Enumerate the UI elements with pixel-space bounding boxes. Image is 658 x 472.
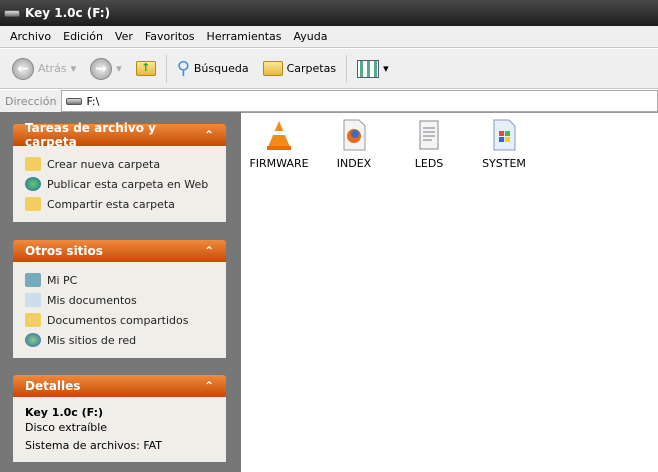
drive-icon (66, 97, 83, 105)
globe-icon (25, 177, 41, 191)
chevron-down-icon: ▾ (383, 62, 389, 75)
shared-documents-link[interactable]: Documentos compartidos (25, 310, 214, 330)
collapse-icon[interactable]: ⌃ (204, 128, 214, 142)
address-bar: Dirección F:\ (0, 90, 658, 112)
create-folder-link[interactable]: Crear nueva carpeta (25, 154, 214, 174)
views-icon (357, 59, 380, 78)
folders-icon (262, 61, 283, 76)
menu-ver[interactable]: Ver (109, 30, 139, 43)
places-panel: Otros sitios ⌃ Mi PC Mis documentos Docum… (13, 240, 226, 358)
my-documents-link[interactable]: Mis documentos (25, 290, 214, 310)
back-arrow-icon: ← (12, 57, 34, 80)
computer-icon (25, 273, 41, 287)
drive-icon (4, 9, 20, 17)
forward-arrow-icon: → (90, 57, 113, 80)
search-icon: ⚲ (176, 58, 190, 79)
folder-icon (25, 313, 41, 327)
separator (165, 54, 167, 83)
search-button[interactable]: ⚲ Búsqueda (173, 58, 253, 79)
network-icon (25, 333, 41, 347)
views-button[interactable]: ▾ (353, 59, 393, 78)
details-type: Disco extraíble (25, 421, 108, 434)
chevron-down-icon: ▾ (116, 62, 122, 75)
collapse-icon[interactable]: ⌃ (204, 379, 214, 393)
publish-web-link[interactable]: Publicar esta carpeta en Web (25, 174, 214, 194)
task-pane: Tareas de archivo y carpeta ⌃ Crear nueva… (0, 112, 241, 472)
back-button[interactable]: ← Atrás ▾ (8, 57, 80, 80)
title-bar: Key 1.0c (F:) (0, 0, 658, 26)
my-pc-link[interactable]: Mi PC (25, 270, 214, 290)
firefox-document-icon (343, 119, 366, 151)
details-name: Key 1.0c (F:) (25, 406, 103, 419)
toolbar: ← Atrás ▾ → ▾ ↑ ⚲ Búsqueda Carpetas ▾ (0, 49, 658, 89)
file-system[interactable]: SYSTEM (469, 119, 539, 170)
collapse-icon[interactable]: ⌃ (204, 244, 214, 258)
documents-icon (25, 293, 41, 307)
forward-button[interactable]: → ▾ (86, 57, 126, 80)
menu-edicion[interactable]: Edición (57, 30, 109, 43)
tasks-panel: Tareas de archivo y carpeta ⌃ Crear nueva… (13, 121, 226, 222)
up-folder-icon: ↑ (135, 61, 156, 76)
details-filesystem: Sistema de archivos: FAT (25, 439, 163, 452)
vlc-cone-icon (267, 121, 291, 150)
separator (346, 54, 348, 83)
share-folder-link[interactable]: Compartir esta carpeta (25, 194, 214, 214)
window-title: Key 1.0c (F:) (25, 6, 111, 20)
up-folder-button[interactable]: ↑ (132, 61, 160, 76)
menu-favoritos[interactable]: Favoritos (139, 30, 201, 43)
chevron-down-icon: ▾ (70, 62, 77, 75)
windows-document-icon (493, 119, 516, 151)
new-folder-icon (25, 157, 41, 171)
file-list: FIRMWARE INDEX LEDS SYSTEM (241, 112, 658, 472)
tasks-panel-header[interactable]: Tareas de archivo y carpeta ⌃ (13, 121, 226, 149)
menu-ayuda[interactable]: Ayuda (287, 30, 333, 43)
folders-button[interactable]: Carpetas (259, 61, 340, 76)
file-index[interactable]: INDEX (319, 119, 389, 170)
places-panel-header[interactable]: Otros sitios ⌃ (13, 240, 226, 262)
menu-bar: Archivo Edición Ver Favoritos Herramient… (0, 26, 658, 48)
shared-folder-icon (25, 197, 41, 211)
details-panel-header[interactable]: Detalles ⌃ (13, 375, 226, 397)
address-label: Dirección (5, 94, 57, 108)
network-places-link[interactable]: Mis sitios de red (25, 330, 214, 350)
text-document-icon (419, 120, 439, 150)
file-leds[interactable]: LEDS (394, 119, 464, 170)
menu-herramientas[interactable]: Herramientas (201, 30, 288, 43)
details-panel: Detalles ⌃ Key 1.0c (F:) Disco extraíble … (13, 375, 226, 462)
menu-archivo[interactable]: Archivo (4, 30, 57, 43)
file-firmware[interactable]: FIRMWARE (244, 119, 314, 170)
address-input[interactable]: F:\ (61, 90, 658, 112)
